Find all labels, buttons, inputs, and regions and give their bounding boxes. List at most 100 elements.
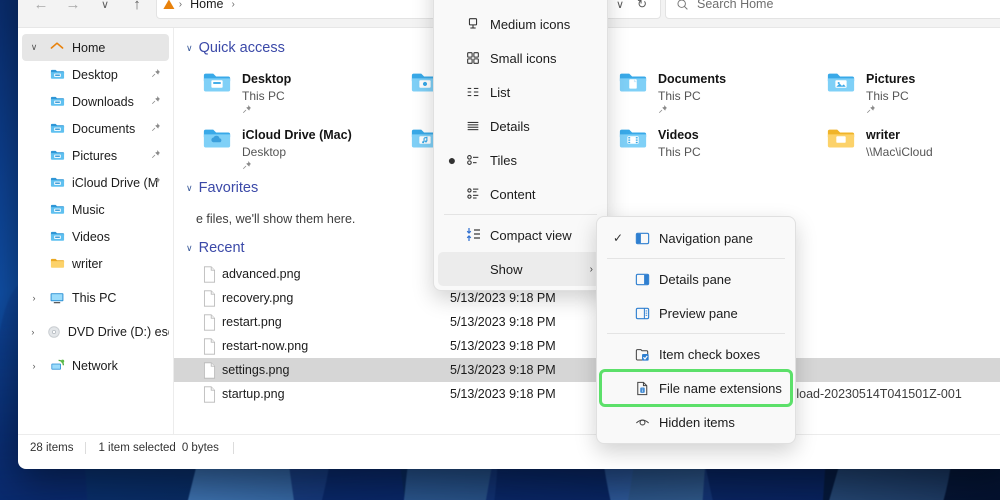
- quick-access-item[interactable]: Desktop This PC: [180, 62, 388, 118]
- folder-desktop-icon: [48, 67, 66, 83]
- favorites-title: Favorites: [198, 180, 259, 196]
- file-icon: [196, 337, 222, 355]
- recent-file-name: restart-now.png: [222, 339, 309, 353]
- navigation-buttons: ← → ∨ ↑: [26, 0, 152, 23]
- recent-file-row[interactable]: restart-now.png5/13/2023 9:18 PMhload-20…: [174, 334, 1000, 358]
- menu-item-large-icons[interactable]: Large icons: [438, 0, 603, 7]
- recent-locations-chevron-down-icon[interactable]: ∨: [90, 0, 120, 19]
- medium-icons-icon: [460, 16, 486, 32]
- sidebar-item-writer[interactable]: writer: [22, 250, 169, 277]
- sidebar-item-label: Pictures: [72, 148, 118, 163]
- menu-item-label: Compact view: [490, 227, 572, 243]
- sidebar-item-desktop[interactable]: Desktop: [22, 61, 169, 88]
- menu-item-content[interactable]: Content: [438, 177, 603, 211]
- menu-item-show[interactable]: Show ›: [438, 252, 603, 286]
- tiles-view-icon: [460, 152, 486, 168]
- submenu-item-file-name-extensions[interactable]: i File name extensions: [599, 369, 793, 407]
- navigation-pane[interactable]: ∨ Home Desktop Downloads Documents Pictures iC…: [18, 28, 174, 434]
- sidebar-item-this-pc[interactable]: › This PC: [22, 284, 169, 311]
- menu-item-tiles[interactable]: ● Tiles: [438, 143, 603, 177]
- sidebar-item-documents[interactable]: Documents: [22, 115, 169, 142]
- status-selected-size: 0 bytes: [176, 441, 234, 454]
- recent-file-row[interactable]: restart.png5/13/2023 9:18 PMhload-202305…: [174, 310, 1000, 334]
- submenu-item-details-pane[interactable]: Details pane: [601, 262, 791, 296]
- submenu-item-label: Preview pane: [659, 305, 738, 321]
- file-icon: [196, 313, 222, 331]
- recent-title: Recent: [198, 240, 245, 256]
- quick-access-item[interactable]: Videos This PC: [596, 118, 804, 174]
- expand-chevron-icon[interactable]: ›: [26, 361, 42, 371]
- pin-icon: [151, 68, 161, 81]
- quick-access-item[interactable]: iCloud Drive (Mac) Desktop: [180, 118, 388, 174]
- search-icon: [677, 0, 688, 10]
- breadcrumb-home[interactable]: Home: [186, 0, 227, 13]
- sidebar-item-dvd-drive-d-esd2i[interactable]: › DVD Drive (D:) esd2i: [22, 318, 169, 345]
- refresh-icon[interactable]: ↻: [630, 0, 654, 16]
- view-context-menu[interactable]: Extra large iconsLarge iconsMedium icons…: [433, 0, 608, 291]
- recent-file-name: startup.png: [222, 387, 285, 401]
- quick-access-item-sub: \\Mac\iCloud: [866, 145, 933, 159]
- chevron-down-icon[interactable]: ∨: [186, 183, 193, 194]
- sidebar-item-music[interactable]: Music: [22, 196, 169, 223]
- quick-access-item[interactable]: Pictures This PC: [804, 62, 1000, 118]
- network-icon: [48, 358, 66, 374]
- chevron-down-icon[interactable]: ∨: [186, 43, 193, 54]
- quick-access-item-sub: Desktop: [242, 145, 287, 159]
- menu-item-compact-view[interactable]: Compact view: [438, 218, 603, 252]
- search-box[interactable]: Search Home: [665, 0, 1000, 19]
- menu-item-label: Details: [490, 118, 530, 134]
- back-button[interactable]: ←: [26, 0, 56, 19]
- content-view-icon: [460, 186, 486, 202]
- file-icon: [196, 385, 222, 403]
- quick-access-item[interactable]: writer \\Mac\iCloud: [804, 118, 1000, 174]
- submenu-item-navigation-pane[interactable]: ✓ Navigation pane: [601, 221, 791, 255]
- folder-pictures-icon: [826, 68, 856, 103]
- menu-item-small-icons[interactable]: Small icons: [438, 41, 603, 75]
- sidebar-item-downloads[interactable]: Downloads: [22, 88, 169, 115]
- sidebar-item-videos[interactable]: Videos: [22, 223, 169, 250]
- chevron-down-icon[interactable]: ∨: [186, 243, 193, 254]
- quick-access-item[interactable]: Documents This PC: [596, 62, 804, 118]
- menu-item-medium-icons[interactable]: Medium icons: [438, 7, 603, 41]
- list-view-icon: [460, 84, 486, 100]
- submenu-item-label: Item check boxes: [659, 346, 761, 362]
- file-icon: [196, 289, 222, 307]
- submenu-item-preview-pane[interactable]: Preview pane: [601, 296, 791, 330]
- show-submenu[interactable]: ✓ Navigation pane Details pane Preview pane…: [596, 216, 796, 444]
- this-pc-icon: [48, 290, 66, 306]
- sidebar-item-pictures[interactable]: Pictures: [22, 142, 169, 169]
- preview-pane-icon: [629, 305, 655, 322]
- sidebar-item-label: Downloads: [72, 94, 134, 109]
- sidebar-item-label: writer: [72, 256, 103, 271]
- submenu-item-item-check-boxes[interactable]: Item check boxes: [601, 337, 791, 371]
- recent-file-row[interactable]: settings.png5/13/2023 9:18 PMhload-20230…: [174, 358, 1000, 382]
- pin-icon: [658, 104, 726, 117]
- menu-separator: [607, 258, 785, 259]
- folder-yellow-icon: [48, 256, 66, 272]
- menu-item-details[interactable]: Details: [438, 109, 603, 143]
- menu-item-label: Content: [490, 186, 536, 202]
- expand-chevron-icon[interactable]: ›: [26, 327, 40, 337]
- up-button[interactable]: ↑: [122, 0, 152, 19]
- pin-icon: [242, 104, 291, 117]
- folder-videos-icon: [48, 229, 66, 245]
- address-chevron-down-icon[interactable]: ∨: [616, 0, 624, 11]
- sidebar-item-label: Videos: [72, 229, 110, 244]
- expand-chevron-icon[interactable]: ›: [26, 293, 42, 303]
- sidebar-item-home[interactable]: ∨ Home: [22, 34, 169, 61]
- recent-file-row[interactable]: startup.png5/13/2023 9:18 PMThis PC\Down…: [174, 382, 1000, 406]
- menu-item-label: Show: [490, 261, 523, 277]
- menu-item-list[interactable]: List: [438, 75, 603, 109]
- status-bar: 28 items 1 item selected 0 bytes: [18, 434, 1000, 460]
- forward-button[interactable]: →: [58, 0, 88, 19]
- sidebar-item-network[interactable]: › Network: [22, 352, 169, 379]
- quick-access-item-name: Documents: [658, 72, 727, 86]
- sidebar-item-icloud-drive-m[interactable]: iCloud Drive (M: [22, 169, 169, 196]
- quick-access-item-sub: This PC: [242, 89, 285, 103]
- expand-chevron-icon[interactable]: ∨: [26, 42, 42, 53]
- submenu-item-hidden-items[interactable]: Hidden items: [601, 405, 791, 439]
- folder-documents-icon: [618, 68, 648, 103]
- quick-access-item-name: Pictures: [866, 72, 916, 86]
- quick-access-item-name: Videos: [658, 128, 699, 142]
- sidebar-item-label: Network: [72, 358, 118, 373]
